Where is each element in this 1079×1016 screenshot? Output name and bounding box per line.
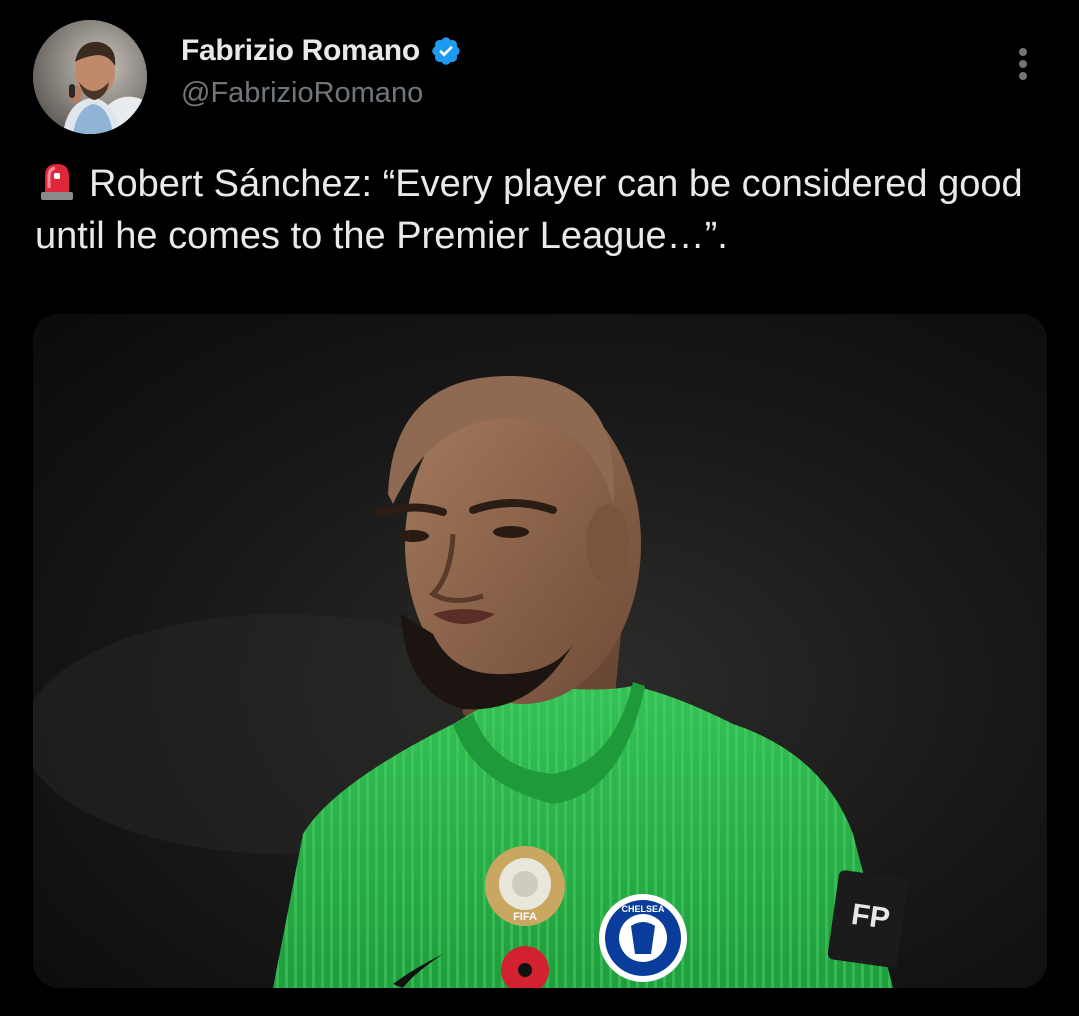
svg-text:FIFA: FIFA [513, 911, 537, 923]
player-photo: FIFA CHELSEA FP [33, 314, 1047, 988]
chelsea-crest-icon: CHELSEA [599, 894, 687, 982]
more-vertical-icon [1019, 48, 1027, 80]
rotating-light-icon [35, 158, 79, 202]
fifa-badge-icon: FIFA [485, 846, 565, 926]
author-display-name[interactable]: Fabrizio Romano [181, 34, 420, 68]
svg-text:CHELSEA: CHELSEA [621, 904, 665, 914]
tweet-media-photo[interactable]: FIFA CHELSEA FP [33, 314, 1047, 988]
verified-badge-icon [430, 35, 462, 67]
tweet-text: Robert Sánchez: “Every player can be con… [35, 158, 1045, 262]
author-avatar[interactable] [33, 20, 147, 134]
more-options-button[interactable] [1008, 44, 1038, 88]
sleeve-sponsor-logo: FP [827, 870, 909, 968]
svg-text:FP: FP [849, 898, 892, 936]
avatar-image [33, 20, 147, 134]
tweet-body-text: Robert Sánchez: “Every player can be con… [35, 163, 1034, 257]
author-handle[interactable]: @FabrizioRomano [181, 77, 423, 110]
author-name-row: Fabrizio Romano [181, 34, 462, 68]
tweet-card[interactable]: Fabrizio Romano @FabrizioRomano Robert S… [0, 0, 1079, 1016]
